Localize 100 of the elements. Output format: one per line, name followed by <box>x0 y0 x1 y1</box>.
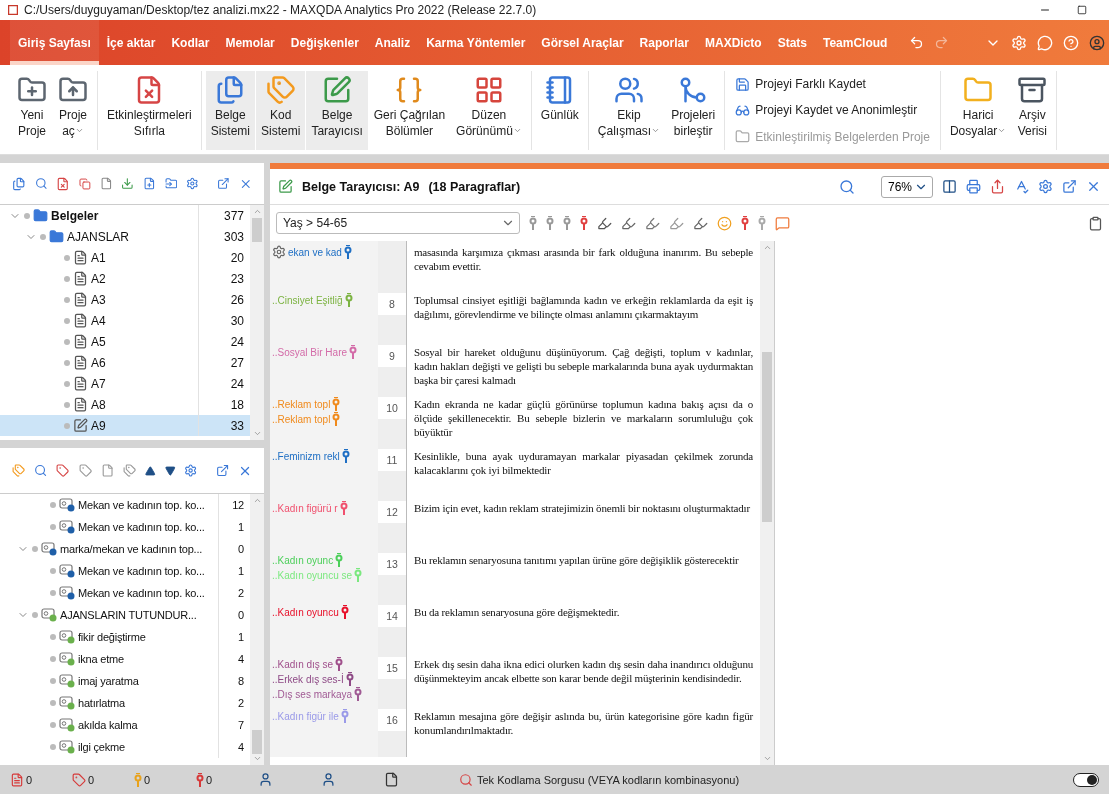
ribbon-button[interactable]: Etkinleştirmeleri Sıfırla <box>102 71 197 150</box>
tree-row[interactable]: AJANSLARIN TUTUNDUR... 0 <box>0 604 250 626</box>
search-icon[interactable] <box>34 463 48 478</box>
undock-icon[interactable] <box>215 463 229 478</box>
edit-icon[interactable] <box>278 179 293 194</box>
menu-tab[interactable]: İçe aktar <box>98 20 164 65</box>
scroll-up-icon[interactable] <box>762 243 772 252</box>
scroll-down-icon[interactable] <box>252 429 262 438</box>
highlighter-icon[interactable] <box>597 215 612 231</box>
scroll-up-icon[interactable] <box>252 207 262 216</box>
code-label[interactable]: ..Kadın oyuncu <box>272 606 339 618</box>
scrollbar-thumb[interactable] <box>252 730 262 754</box>
settings-icon[interactable] <box>1038 179 1053 194</box>
tag-icon <box>72 772 86 787</box>
user-icon[interactable] <box>1089 34 1105 51</box>
download-icon[interactable] <box>121 176 134 191</box>
export-icon[interactable] <box>990 179 1005 194</box>
ribbon-button[interactable]: Geri Çağrılan Bölümler <box>368 71 451 150</box>
ribbon-button[interactable]: Proje aç <box>53 71 93 150</box>
highlighter-icon[interactable] <box>621 215 636 231</box>
ribbon-button[interactable]: Belge Tarayıcısı <box>306 71 368 150</box>
ribbon-button[interactable]: Kod Sistemi <box>256 71 306 150</box>
ribbon-button[interactable]: Harici Dosyalar <box>944 71 1012 150</box>
memo-icon[interactable] <box>775 215 790 231</box>
code-icon <box>59 652 75 666</box>
document-icon <box>73 250 88 265</box>
tag-icon[interactable] <box>78 463 92 478</box>
settings-icon[interactable] <box>186 176 199 191</box>
ribbon-button[interactable]: Projeyi Farklı Kaydet <box>733 75 932 93</box>
ribbon-button[interactable]: Yeni Proje <box>12 71 52 150</box>
menu-tab[interactable]: Karma Yöntemler <box>418 20 534 65</box>
copy-icon[interactable] <box>78 176 91 191</box>
move-down-icon[interactable] <box>164 464 176 477</box>
user-icon[interactable] <box>258 772 273 787</box>
scrollbar[interactable] <box>250 494 264 765</box>
code-label[interactable]: ekan ve kad <box>288 246 342 258</box>
tree-row[interactable]: marka/mekan ve kadının top... 0 <box>0 538 250 560</box>
tags-icon[interactable] <box>12 463 26 478</box>
settings-icon[interactable] <box>184 463 198 478</box>
menu-tab[interactable]: Giriş Sayfası <box>10 20 99 65</box>
ribbon-button[interactable]: Günlük <box>535 71 584 150</box>
user-icon[interactable] <box>321 772 336 787</box>
document-icon[interactable] <box>384 772 399 787</box>
code-label[interactable]: ..Erkek dış ses-İ <box>272 673 344 685</box>
documents-icon[interactable] <box>215 75 246 105</box>
document-reset-icon[interactable] <box>56 175 70 192</box>
zoom-select[interactable]: 76% <box>881 175 933 198</box>
scroll-up-icon[interactable] <box>252 496 262 505</box>
menu-tab[interactable]: Memolar <box>217 20 283 65</box>
users-icon[interactable] <box>614 75 644 105</box>
code-icon <box>758 216 766 230</box>
smiley-icon[interactable] <box>717 215 732 231</box>
archive-icon[interactable] <box>1017 75 1048 105</box>
menu-tab[interactable]: Değişkenler <box>282 20 367 65</box>
scroll-down-icon[interactable] <box>252 754 262 763</box>
chat-icon[interactable] <box>1037 34 1053 51</box>
ribbon-button[interactable]: Projeyi Kaydet ve Anonimleştir <box>733 102 932 119</box>
code-label[interactable]: ..Feminizm rekl <box>272 450 340 462</box>
documents-icon[interactable] <box>12 175 26 192</box>
print-icon[interactable] <box>966 179 981 194</box>
code-label[interactable]: ..Dış ses markaya <box>272 688 353 700</box>
ribbon-button[interactable]: Ekip Çalışması <box>592 71 666 150</box>
tree-row[interactable]: A9 33 <box>0 415 250 436</box>
search-icon[interactable] <box>34 176 48 191</box>
scrollbar-thumb[interactable] <box>252 218 262 242</box>
edit-icon[interactable] <box>322 75 353 105</box>
ribbon-button[interactable]: Düzen Görünümü <box>451 71 527 150</box>
undock-icon[interactable] <box>1062 179 1077 194</box>
columns-icon[interactable] <box>942 179 957 194</box>
search-icon[interactable] <box>839 178 855 195</box>
settings-icon[interactable] <box>272 245 286 259</box>
scrollbar[interactable] <box>250 205 264 440</box>
close-icon[interactable] <box>1086 179 1101 194</box>
spellcheck-icon[interactable] <box>1014 179 1029 194</box>
tree-row[interactable]: Belgeler 377 <box>0 205 250 226</box>
save-icon[interactable] <box>735 76 751 92</box>
menu-tab[interactable]: Analiz <box>366 20 419 65</box>
help-icon[interactable] <box>1063 34 1079 51</box>
code-label[interactable]: ..Kadın dış se <box>272 658 334 670</box>
highlighter-icon[interactable] <box>693 215 708 231</box>
undo-icon[interactable] <box>909 35 924 50</box>
search-icon[interactable] <box>459 772 473 787</box>
undock-icon[interactable] <box>216 176 230 191</box>
toggle-switch[interactable] <box>1073 772 1099 787</box>
ribbon-button[interactable]: Projeleri birleştir <box>666 71 721 150</box>
scrollbar-thumb[interactable] <box>762 352 772 522</box>
scrollbar[interactable] <box>760 241 774 765</box>
scroll-down-icon[interactable] <box>762 754 772 763</box>
ribbon-button[interactable]: Belge Sistemi <box>205 71 256 150</box>
add-document-icon[interactable] <box>142 176 156 191</box>
maximize-icon[interactable] <box>1077 5 1087 15</box>
menu-tab[interactable]: Kodlar <box>163 20 218 65</box>
ribbon-button[interactable]: Arşiv Verisi <box>1012 71 1053 150</box>
filter-select[interactable]: Yaş > 54-65 <box>276 212 520 234</box>
tree-row[interactable]: Mekan ve kadının top. ko... 12 <box>0 494 250 516</box>
highlighter-icon[interactable] <box>645 215 660 231</box>
glasses-icon[interactable] <box>735 103 751 118</box>
move-up-icon[interactable] <box>145 464 156 477</box>
tags-icon[interactable] <box>265 75 296 105</box>
code-icon <box>59 630 75 644</box>
